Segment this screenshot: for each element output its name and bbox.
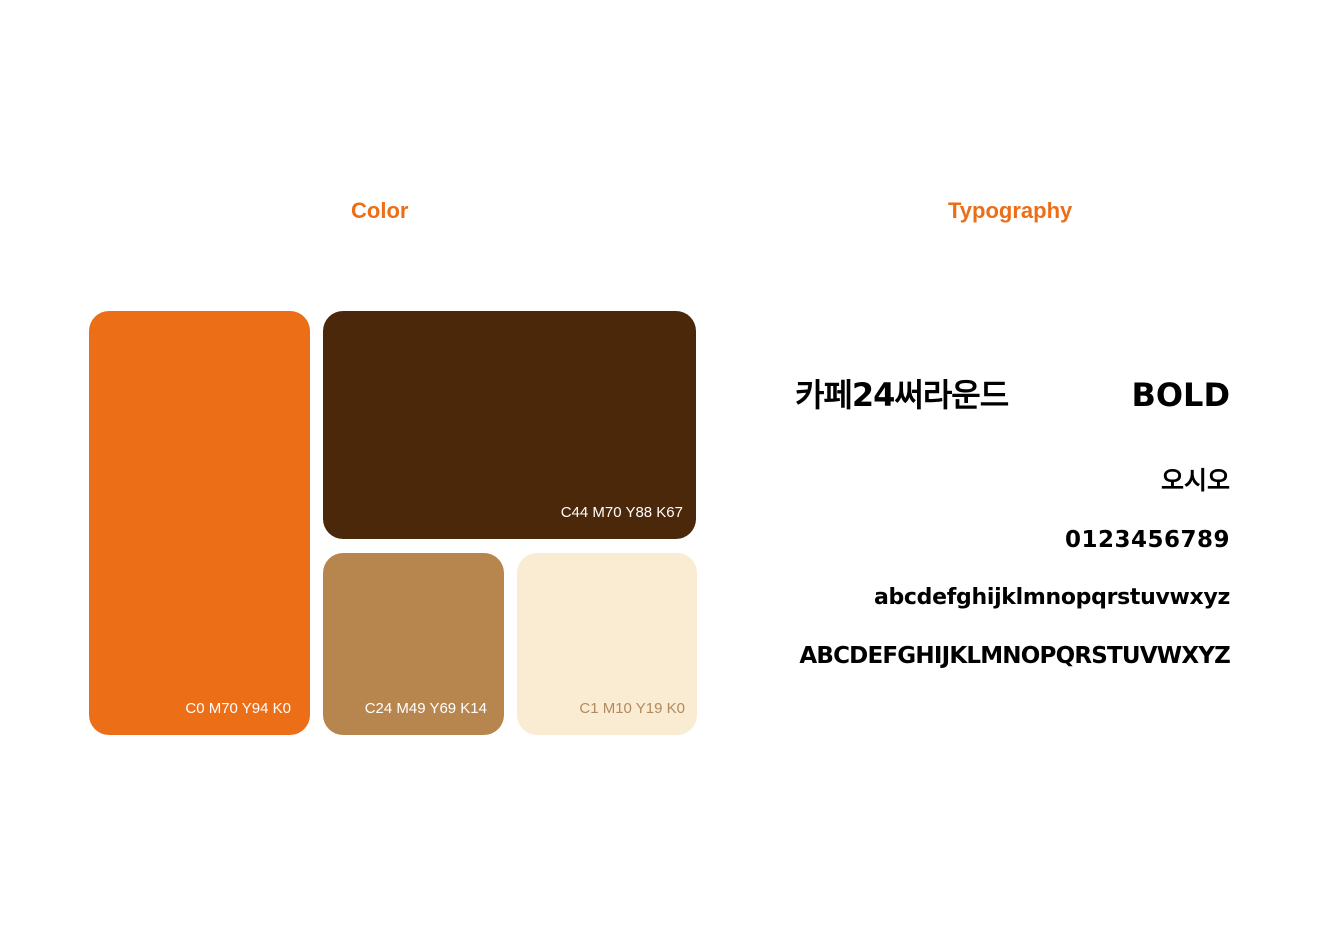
korean-sample-text: 오시오 [1160, 466, 1230, 495]
swatch-code-label: C1 M10 Y19 K0 [579, 700, 685, 717]
uppercase-sample-text: ABCDEFGHIJKLMNOPQRSTUVWXYZ [799, 643, 1230, 669]
color-swatch-tan: C24 M49 Y69 K14 [323, 553, 504, 735]
color-section-title: Color [351, 198, 409, 223]
swatch-code-label: C44 M70 Y88 K67 [560, 504, 683, 521]
color-swatch-dark-brown: C44 M70 Y88 K67 [323, 311, 696, 539]
swatch-code-label: C24 M49 Y69 K14 [364, 700, 487, 717]
typography-section-title: Typography [948, 198, 1073, 223]
lowercase-sample-text: abcdefghijklmnopqrstuvwxyz [873, 585, 1230, 610]
font-weight-label: BOLD [1131, 376, 1230, 414]
color-swatch-orange: C0 M70 Y94 K0 [89, 311, 310, 735]
color-swatch-cream: C1 M10 Y19 K0 [517, 553, 697, 735]
font-name: 카페24써라운드 [795, 376, 1009, 414]
swatch-code-label: C0 M70 Y94 K0 [185, 700, 291, 717]
digits-sample-text: 0123456789 [1064, 527, 1230, 553]
